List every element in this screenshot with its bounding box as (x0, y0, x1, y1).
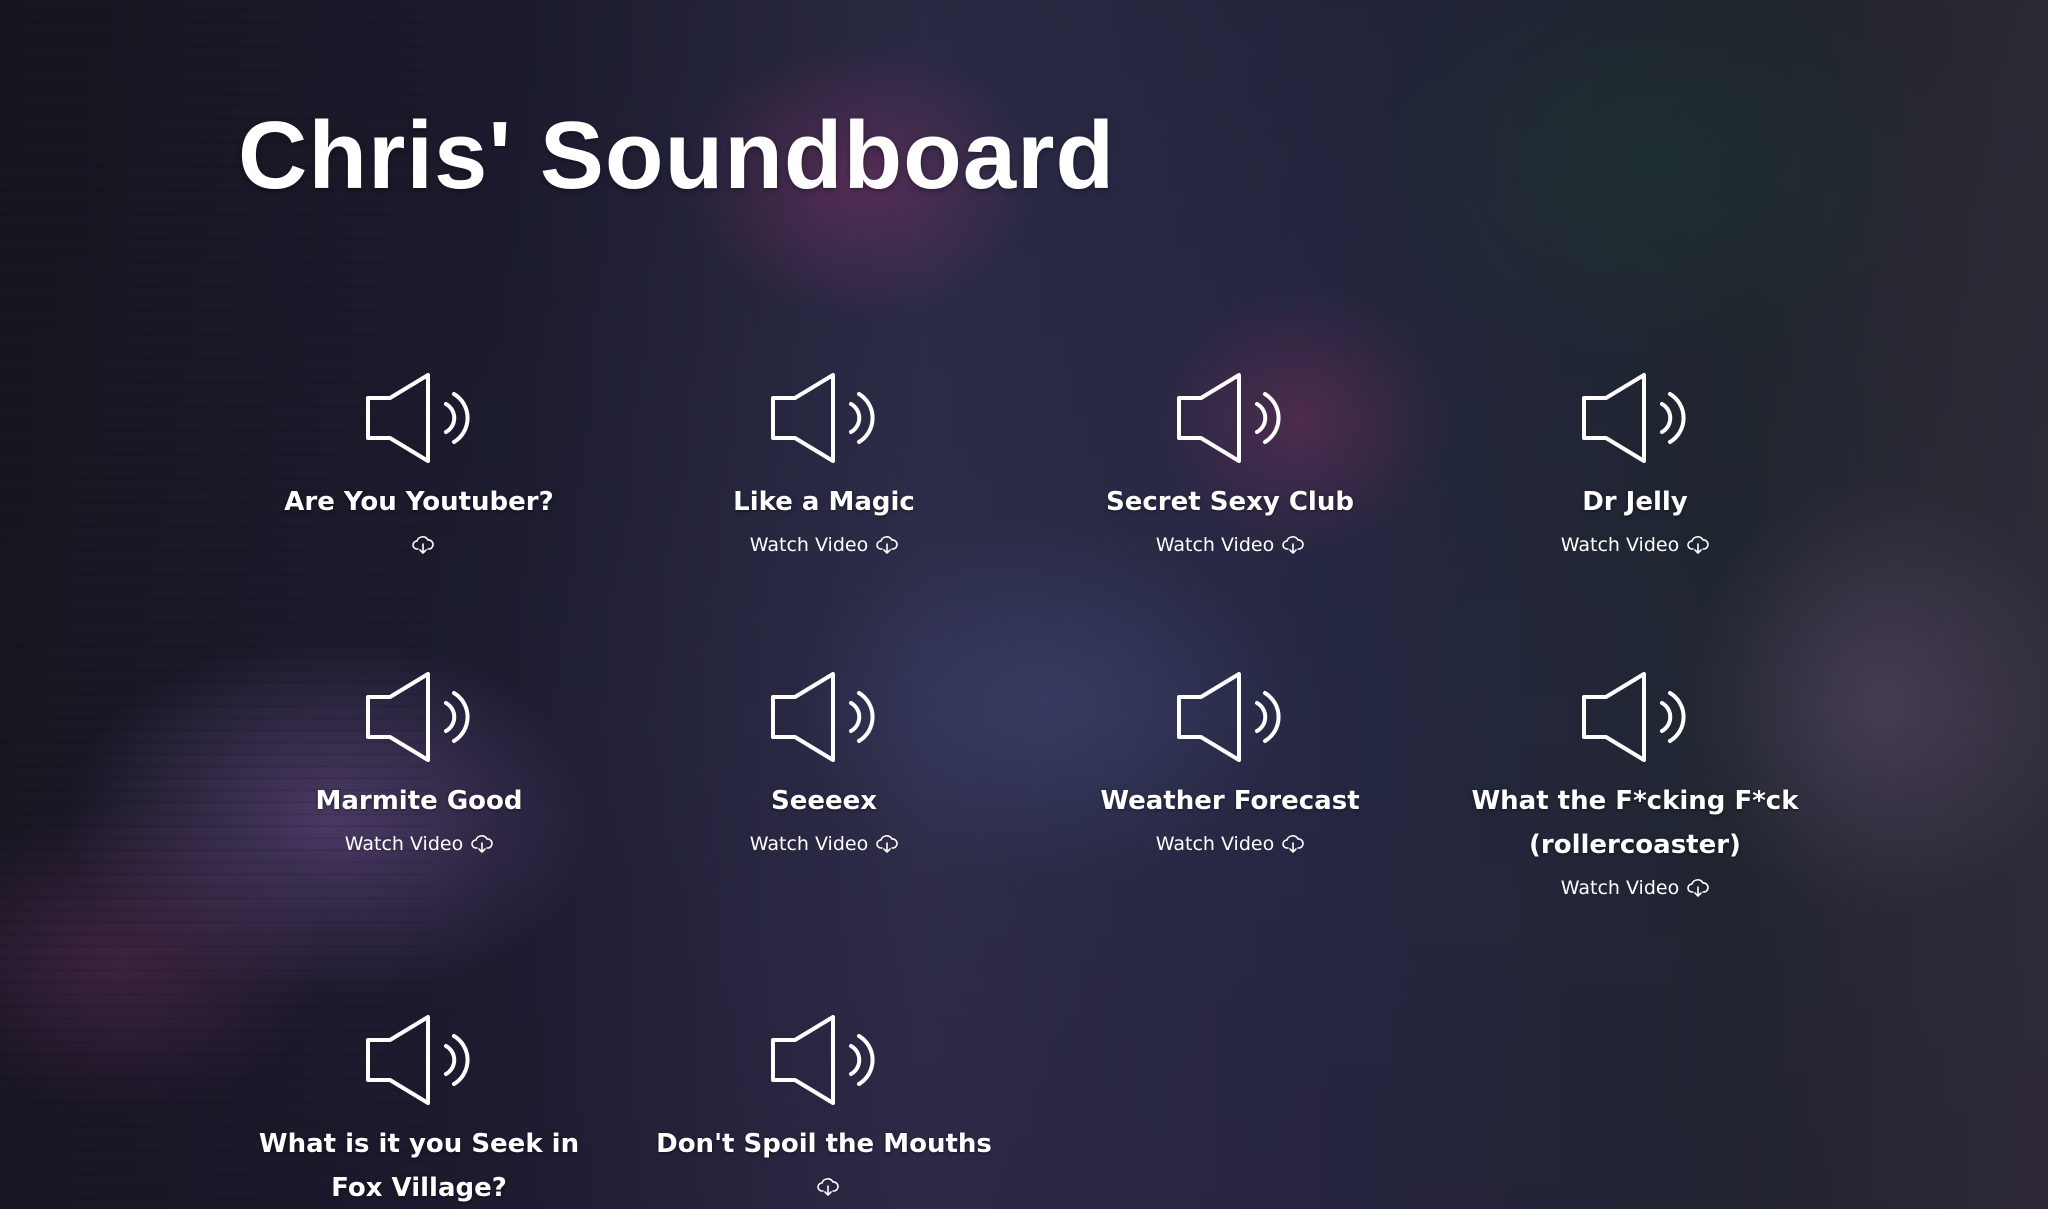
watch-video-row: Watch Video (1561, 873, 1710, 903)
sound-title: Don't Spoil the Mouths (656, 1129, 992, 1159)
watch-video-link[interactable]: Watch Video (1561, 534, 1679, 556)
page-content: Chris' Soundboard Are You Youtuber? Like… (0, 0, 2048, 1209)
speaker-icon[interactable] (769, 372, 879, 464)
cloud-download-icon[interactable] (1282, 834, 1305, 854)
watch-video-row (404, 530, 434, 560)
watch-video-row: Watch Video (750, 829, 899, 859)
watch-video-row: Watch Video (345, 829, 494, 859)
speaker-icon[interactable] (1175, 372, 1285, 464)
cloud-download-icon[interactable] (1282, 535, 1305, 555)
speaker-icon[interactable] (364, 671, 474, 763)
speaker-icon[interactable] (1175, 671, 1285, 763)
sound-title: Like a Magic (733, 487, 915, 517)
sound-title: Are You Youtuber? (284, 487, 554, 517)
sound-title: Secret Sexy Club (1106, 487, 1354, 517)
soundboard-grid: Are You Youtuber? Like a Magic Watch Vid… (0, 0, 2048, 1209)
cloud-download-icon[interactable] (876, 535, 899, 555)
cloud-download-icon[interactable] (876, 834, 899, 854)
speaker-icon[interactable] (769, 671, 879, 763)
watch-video-row (809, 1172, 839, 1202)
watch-video-row: Watch Video (750, 530, 899, 560)
sound-title: What the F*cking F*ck (rollercoaster) (1471, 786, 1799, 860)
cloud-download-icon[interactable] (412, 535, 434, 555)
sound-card-dont-spoil-the-mouths: Don't Spoil the Mouths (634, 1014, 1014, 1202)
sound-title: Marmite Good (315, 786, 523, 816)
sound-card-what-the-fck: What the F*cking F*ck (rollercoaster) Wa… (1445, 671, 1825, 903)
sound-title: Seeeex (770, 786, 878, 816)
watch-video-link[interactable]: Watch Video (1156, 833, 1274, 855)
sound-card-dr-jelly: Dr Jelly Watch Video (1445, 372, 1825, 560)
watch-video-link[interactable]: Watch Video (750, 534, 868, 556)
cloud-download-icon[interactable] (1687, 878, 1710, 898)
watch-video-link[interactable]: Watch Video (1156, 534, 1274, 556)
sound-title: Weather Forecast (1100, 786, 1360, 816)
sound-title: Dr Jelly (1582, 487, 1688, 517)
watch-video-link[interactable]: Watch Video (750, 833, 868, 855)
speaker-icon[interactable] (364, 372, 474, 464)
speaker-icon[interactable] (1580, 372, 1690, 464)
watch-video-link[interactable]: Watch Video (345, 833, 463, 855)
cloud-download-icon[interactable] (471, 834, 494, 854)
speaker-icon[interactable] (769, 1014, 879, 1106)
sound-card-seeeex: Seeeex Watch Video (634, 671, 1014, 859)
watch-video-link[interactable]: Watch Video (1561, 877, 1679, 899)
sound-card-like-a-magic: Like a Magic Watch Video (634, 372, 1014, 560)
sound-card-marmite-good: Marmite Good Watch Video (229, 671, 609, 859)
speaker-icon[interactable] (1580, 671, 1690, 763)
cloud-download-icon[interactable] (817, 1177, 839, 1197)
sound-card-are-you-youtuber: Are You Youtuber? (229, 372, 609, 560)
watch-video-row: Watch Video (1156, 829, 1305, 859)
watch-video-row: Watch Video (1561, 530, 1710, 560)
watch-video-row: Watch Video (1156, 530, 1305, 560)
sound-card-secret-sexy-club: Secret Sexy Club Watch Video (1040, 372, 1420, 560)
speaker-icon[interactable] (364, 1014, 474, 1106)
sound-card-fox-village: What is it you Seek in Fox Village? (229, 1014, 609, 1209)
sound-title: What is it you Seek in Fox Village? (258, 1129, 580, 1203)
cloud-download-icon[interactable] (1687, 535, 1710, 555)
sound-card-weather-forecast: Weather Forecast Watch Video (1040, 671, 1420, 859)
